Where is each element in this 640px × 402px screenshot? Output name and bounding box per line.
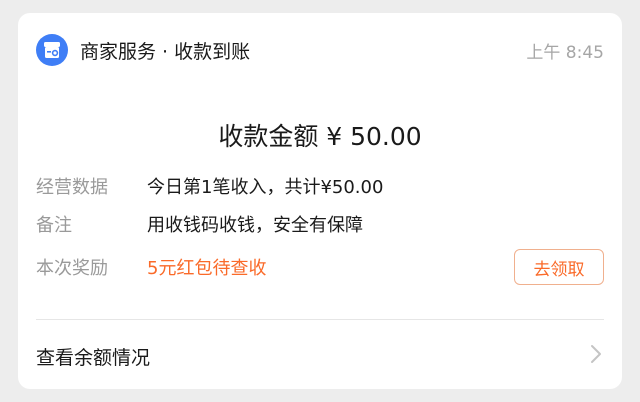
detail-label: 本次奖励 [36, 258, 108, 279]
shop-icon [36, 34, 68, 66]
detail-value: 今日第1笔收入，共计¥50.00 [147, 177, 384, 198]
divider [36, 319, 604, 320]
card-header: 商家服务 · 收款到账 上午 8:45 [36, 32, 604, 68]
view-balance-link[interactable]: 查看余额情况 [36, 335, 604, 377]
detail-row-remark: 备注 用收钱码收钱，安全有保障 [36, 210, 604, 238]
detail-label: 经营数据 [36, 177, 108, 198]
claim-reward-button[interactable]: 去领取 [514, 249, 604, 285]
detail-value: 用收钱码收钱，安全有保障 [147, 215, 363, 236]
payment-notification-card: 商家服务 · 收款到账 上午 8:45 收款金额 ¥ 50.00 经营数据 今日… [18, 13, 622, 389]
detail-row-reward: 本次奖励 5元红包待查收 去领取 [36, 249, 604, 285]
reward-value: 5元红包待查收 [147, 258, 267, 279]
detail-row-business-data: 经营数据 今日第1笔收入，共计¥50.00 [36, 172, 604, 200]
view-balance-label: 查看余额情况 [36, 346, 151, 369]
app-name: 商家服务 · 收款到账 [80, 40, 251, 63]
detail-label: 备注 [36, 215, 72, 236]
amount-title: 收款金额 ¥ 50.00 [218, 122, 422, 151]
timestamp: 上午 8:45 [526, 42, 604, 63]
chevron-right-icon [590, 344, 602, 368]
